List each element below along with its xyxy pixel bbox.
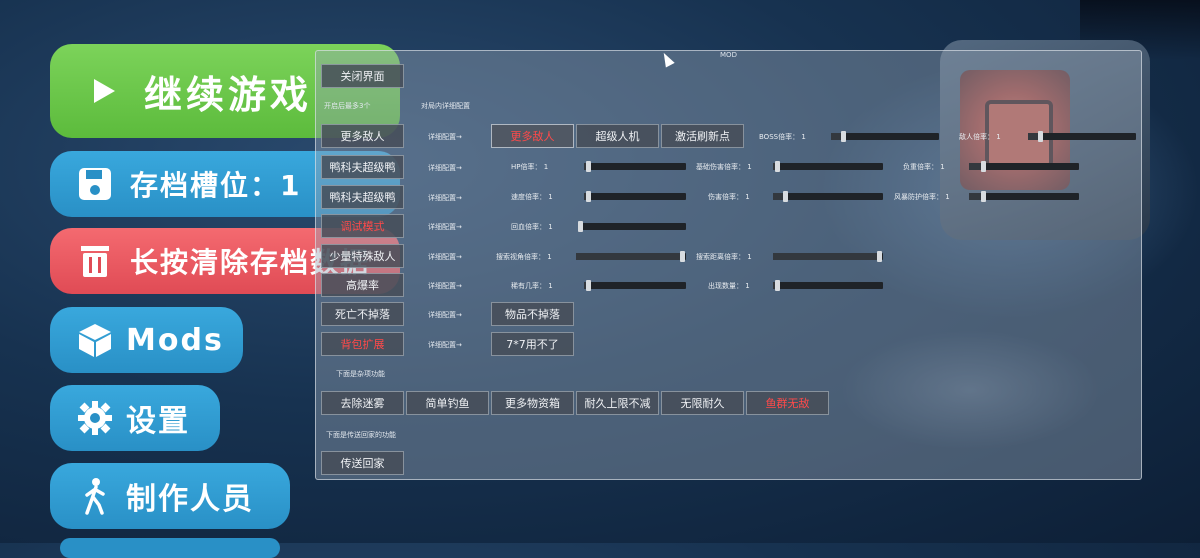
- spawn-count-slider[interactable]: [773, 280, 883, 291]
- speed-multiplier-label: 速度倍率： 1: [511, 193, 553, 201]
- settings-label: 设置: [126, 404, 190, 439]
- weight-multiplier-slider[interactable]: [969, 161, 1079, 172]
- boss-multiplier-slider[interactable]: [831, 131, 939, 142]
- remove-fog-button[interactable]: 去除迷雾: [321, 391, 404, 415]
- detail-config-label: 详细配置→: [428, 282, 462, 290]
- mod-toggle-debug[interactable]: 调试模式: [321, 214, 404, 238]
- search-angle-multiplier-slider[interactable]: [576, 251, 686, 262]
- teleport-home-button[interactable]: 传送回家: [321, 451, 404, 475]
- base-damage-multiplier-slider[interactable]: [773, 161, 883, 172]
- damage-multiplier-label: 伤害倍率： 1: [708, 193, 750, 201]
- detail-config-label: 详细配置→: [428, 194, 462, 202]
- mod-toggle-super-duck-2[interactable]: 鸭科夫超级鸭: [321, 185, 404, 209]
- credits-button[interactable]: 制作人员: [50, 463, 290, 529]
- play-icon: [84, 72, 122, 110]
- detail-config-label: 详细配置→: [428, 341, 462, 349]
- mod-toggle-backpack[interactable]: 背包扩展: [321, 332, 404, 356]
- settings-button[interactable]: 设置: [50, 385, 220, 451]
- floppy-disk-icon: [76, 165, 114, 203]
- walking-person-icon: [76, 477, 114, 515]
- mods-label: Mods: [126, 322, 224, 358]
- durability-cap-no-decrease-button[interactable]: 耐久上限不减: [576, 391, 659, 415]
- mod-toggle-high-drop[interactable]: 高爆率: [321, 273, 404, 297]
- more-supply-crates-button[interactable]: 更多物资箱: [491, 391, 574, 415]
- search-distance-multiplier-label: 搜索距离倍率： 1: [696, 253, 752, 261]
- boss-multiplier-label: BOSS倍率： 1: [759, 133, 806, 141]
- items-no-drop-button[interactable]: 物品不掉落: [491, 302, 574, 326]
- detail-config-label: 详细配置→: [428, 133, 462, 141]
- enemy-multiplier-slider[interactable]: [1028, 131, 1136, 142]
- mod-toggle-special-enemies[interactable]: 少量特殊敌人: [321, 244, 404, 268]
- enemy-multiplier-label: 敌人倍率： 1: [959, 133, 1001, 141]
- infinite-durability-button[interactable]: 无限耐久: [661, 391, 744, 415]
- teleport-section-label: 下面是传送回家的功能: [326, 431, 396, 439]
- easy-fishing-button[interactable]: 简单钓鱼: [406, 391, 489, 415]
- base-damage-multiplier-label: 基础伤害倍率： 1: [696, 163, 752, 171]
- spawn-count-label: 出现数量： 1: [708, 282, 750, 290]
- search-distance-multiplier-slider[interactable]: [773, 251, 883, 262]
- super-ai-button[interactable]: 超级人机: [576, 124, 659, 148]
- section-top-label: 开启后最多3个: [324, 102, 371, 110]
- fish-invincible-button[interactable]: 鱼群无敌: [746, 391, 829, 415]
- speed-multiplier-slider[interactable]: [584, 191, 686, 202]
- activate-spawn-button[interactable]: 激活刷新点: [661, 124, 744, 148]
- storm-protection-multiplier-label: 风暴防护倍率： 1: [894, 193, 950, 201]
- rare-chance-label: 稀有几率： 1: [511, 282, 553, 290]
- search-angle-multiplier-label: 搜索视角倍率： 1: [496, 253, 552, 261]
- regen-multiplier-slider[interactable]: [578, 221, 686, 232]
- storm-protection-multiplier-slider[interactable]: [969, 191, 1079, 202]
- close-panel-button[interactable]: 关闭界面: [321, 64, 404, 88]
- hp-multiplier-slider[interactable]: [584, 161, 686, 172]
- save-slot-label: 存档槽位：1: [130, 169, 302, 202]
- mod-panel: MOD 关闭界面 开启后最多3个 对局内详细配置 更多敌人 鸭科夫超级鸭 鸭科夫…: [315, 50, 1142, 480]
- mod-toggle-super-duck-1[interactable]: 鸭科夫超级鸭: [321, 155, 404, 179]
- trash-icon: [76, 242, 114, 280]
- detail-config-label: 详细配置→: [428, 164, 462, 172]
- more-menu-button[interactable]: [60, 538, 280, 558]
- mod-panel-title: MOD: [720, 51, 737, 59]
- weight-multiplier-label: 负重倍率： 1: [903, 163, 945, 171]
- detail-config-label: 详细配置→: [428, 223, 462, 231]
- gear-icon: [76, 399, 114, 437]
- credits-label: 制作人员: [126, 482, 254, 517]
- detail-config-label: 详细配置→: [428, 253, 462, 261]
- continue-game-label: 继续游戏: [144, 72, 313, 117]
- more-enemies-config-button[interactable]: 更多敌人: [491, 124, 574, 148]
- box-icon: [76, 321, 114, 359]
- mod-toggle-more-enemies[interactable]: 更多敌人: [321, 124, 404, 148]
- misc-section-label: 下面是杂项功能: [336, 370, 385, 378]
- detail-config-label: 详细配置→: [428, 311, 462, 319]
- section-top-label-2: 对局内详细配置: [421, 102, 470, 110]
- backpack-7x7-button[interactable]: 7*7用不了: [491, 332, 574, 356]
- mods-button[interactable]: Mods: [50, 307, 243, 373]
- rare-chance-slider[interactable]: [584, 280, 686, 291]
- mod-toggle-no-drop-on-death[interactable]: 死亡不掉落: [321, 302, 404, 326]
- hp-multiplier-label: HP倍率： 1: [511, 163, 549, 171]
- regen-multiplier-label: 回血倍率： 1: [511, 223, 553, 231]
- damage-multiplier-slider[interactable]: [773, 191, 883, 202]
